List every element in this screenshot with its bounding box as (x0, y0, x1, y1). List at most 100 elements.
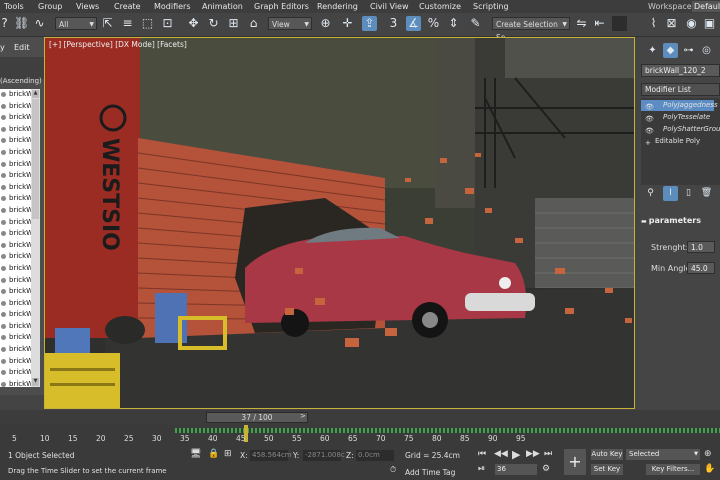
pan-icon[interactable]: ✋ (704, 464, 715, 474)
link-icon[interactable]: ⛓ (14, 16, 29, 31)
remove-modifier-icon[interactable]: 🗑 (699, 186, 714, 201)
hierarchy-tab-icon[interactable]: ⊶ (681, 43, 696, 58)
time-slider[interactable]: 37 / 100 (206, 412, 308, 423)
visibility-bulb-icon[interactable] (1, 358, 6, 364)
tab-display[interactable]: y (0, 43, 5, 52)
visibility-bulb-icon[interactable] (1, 323, 6, 329)
named-selection-set-dropdown[interactable]: Create Selection Se▼ (492, 17, 570, 42)
bind-spacewarp-icon[interactable]: ∿ (32, 16, 47, 31)
menu-customize[interactable]: Customize (419, 0, 461, 13)
make-unique-icon[interactable]: ▯ (681, 186, 696, 201)
set-key-button[interactable]: Set Key (591, 464, 623, 475)
expand-icon[interactable]: + (645, 138, 651, 149)
visibility-bulb-icon[interactable] (1, 277, 6, 283)
create-tab-icon[interactable]: ✦ (645, 43, 660, 58)
visibility-bulb-icon[interactable] (1, 347, 6, 353)
menu-modifiers[interactable]: Modifiers (154, 0, 191, 13)
time-config-icon[interactable]: ⚙ (542, 464, 550, 474)
scroll-up-icon[interactable]: ▲ (32, 90, 39, 98)
scroll-down-icon[interactable]: ▼ (32, 378, 39, 386)
next-frame-icon[interactable]: > (300, 412, 306, 420)
viewport-label[interactable]: [+] [Perspective] [DX Mode] [Facets] (49, 40, 187, 49)
time-tag-icon[interactable]: ⏱ (390, 465, 396, 475)
visibility-bulb-icon[interactable] (1, 92, 6, 97)
pivot-center-icon[interactable]: ⊕ (318, 16, 333, 31)
z-coordinate-field[interactable]: 0.0cm (356, 450, 394, 461)
menu-graph-editors[interactable]: Graph Editors (254, 0, 309, 13)
visibility-bulb-icon[interactable] (1, 370, 6, 376)
visibility-bulb-icon[interactable] (1, 161, 6, 167)
angle-snap-icon[interactable]: ∡ (406, 16, 421, 31)
auto-key-button[interactable]: Auto Key (591, 449, 623, 460)
render-setup-icon[interactable]: ▣ (702, 16, 717, 31)
menu-tools[interactable]: Tools (4, 0, 24, 13)
menu-civil-view[interactable]: Civil View (370, 0, 409, 13)
visibility-bulb-icon[interactable] (1, 231, 6, 237)
visibility-bulb-icon[interactable] (1, 265, 6, 271)
visibility-bulb-icon[interactable] (1, 149, 6, 155)
material-editor-icon[interactable]: ◉ (684, 16, 699, 31)
scale-icon[interactable]: ⊞ (226, 16, 241, 31)
place-icon[interactable]: ⌂ (246, 16, 261, 31)
modify-tab-icon[interactable]: ◆ (663, 43, 678, 58)
visibility-bulb-icon[interactable] (1, 219, 6, 225)
current-frame-field[interactable]: 36 (495, 464, 537, 475)
select-by-name-icon[interactable]: ≡ (120, 16, 135, 31)
go-to-start-icon[interactable]: ⏮ (478, 449, 486, 459)
percent-snap-icon[interactable]: % (426, 16, 441, 31)
select-manipulate-icon[interactable]: ✛ (340, 16, 355, 31)
menu-scripting[interactable]: Scripting (473, 0, 509, 13)
visibility-bulb-icon[interactable] (1, 115, 6, 121)
pin-stack-icon[interactable]: ⚲ (643, 186, 658, 201)
show-end-result-icon[interactable]: I (663, 186, 678, 201)
mirror-icon[interactable]: ⇋ (574, 16, 589, 31)
motion-tab-icon[interactable]: ◎ (699, 43, 714, 58)
visibility-bulb-icon[interactable] (1, 381, 6, 387)
x-coordinate-field[interactable]: 458.564cm (250, 450, 292, 461)
spinner-snap-icon[interactable]: ⇕ (446, 16, 461, 31)
track-bar[interactable]: 5 10 15 20 25 30 35 40 45 50 55 60 65 70… (0, 425, 720, 445)
stack-item-editable-poly[interactable]: + Editable Poly (641, 136, 714, 147)
key-selection-dropdown[interactable]: Selected ▼ (626, 449, 700, 460)
set-key-plus-icon[interactable]: + (564, 449, 586, 475)
key-mode-icon[interactable]: ⏯ (478, 464, 485, 474)
edit-named-selection-icon[interactable]: ✎ (468, 16, 483, 31)
stack-item-polytesselate[interactable]: 👁 PolyTesselate (641, 112, 714, 123)
go-to-end-icon[interactable]: ⏭ (544, 449, 552, 459)
absolute-mode-icon[interactable]: ⊞ (224, 449, 232, 459)
modifier-list-dropdown[interactable]: Modifier List (641, 83, 720, 96)
visibility-bulb-icon[interactable] (1, 312, 6, 318)
zoom-extents-icon[interactable]: ⊕ (704, 449, 712, 459)
move-icon[interactable]: ✥ (186, 16, 201, 31)
tab-edit[interactable]: Edit (14, 43, 30, 52)
stack-item-polyjaggedness[interactable]: 👁 PolyJaggedness (641, 100, 718, 111)
strength-spinner[interactable]: 1.0 (687, 241, 715, 253)
menu-group[interactable]: Group (38, 0, 62, 13)
visibility-bulb-icon[interactable] (1, 196, 6, 202)
selection-filter-dropdown[interactable]: All ▼ (55, 17, 97, 30)
scroll-thumb[interactable] (32, 99, 39, 219)
next-key-icon[interactable]: ▶▶ (526, 449, 540, 459)
visibility-bulb-icon[interactable] (1, 300, 6, 306)
menu-create[interactable]: Create (114, 0, 141, 13)
schematic-view-icon[interactable]: ⊠ (664, 16, 679, 31)
visibility-bulb-icon[interactable] (1, 173, 6, 179)
keyboard-shortcut-toggle-icon[interactable]: ⇪ (362, 16, 377, 31)
key-filters-button[interactable]: Key Filters... (646, 464, 700, 475)
visibility-bulb-icon[interactable] (1, 126, 6, 132)
rect-selection-icon[interactable]: ⬚ (140, 16, 155, 31)
play-icon[interactable]: ▶ (512, 448, 520, 461)
help-icon[interactable]: ? (0, 16, 12, 31)
select-object-icon[interactable]: ⇱ (100, 16, 115, 31)
visibility-bulb-icon[interactable] (1, 138, 6, 144)
parameters-rollout-header[interactable]: ▬ parameters (641, 215, 720, 227)
min-angle-spinner[interactable]: 45.0 (687, 262, 715, 274)
snaps-toggle-icon[interactable]: 3 (386, 16, 401, 31)
window-crossing-icon[interactable]: ⊡ (160, 16, 175, 31)
lock-selection-icon[interactable]: 🔒 (208, 449, 219, 459)
curve-editor-icon[interactable]: ⌇ (646, 16, 661, 31)
sort-header[interactable]: (Ascending) (0, 77, 42, 85)
align-icon[interactable]: ⇤ (592, 16, 607, 31)
menu-rendering[interactable]: Rendering (317, 0, 358, 13)
isolate-selection-icon[interactable]: 🖥 (190, 449, 201, 459)
